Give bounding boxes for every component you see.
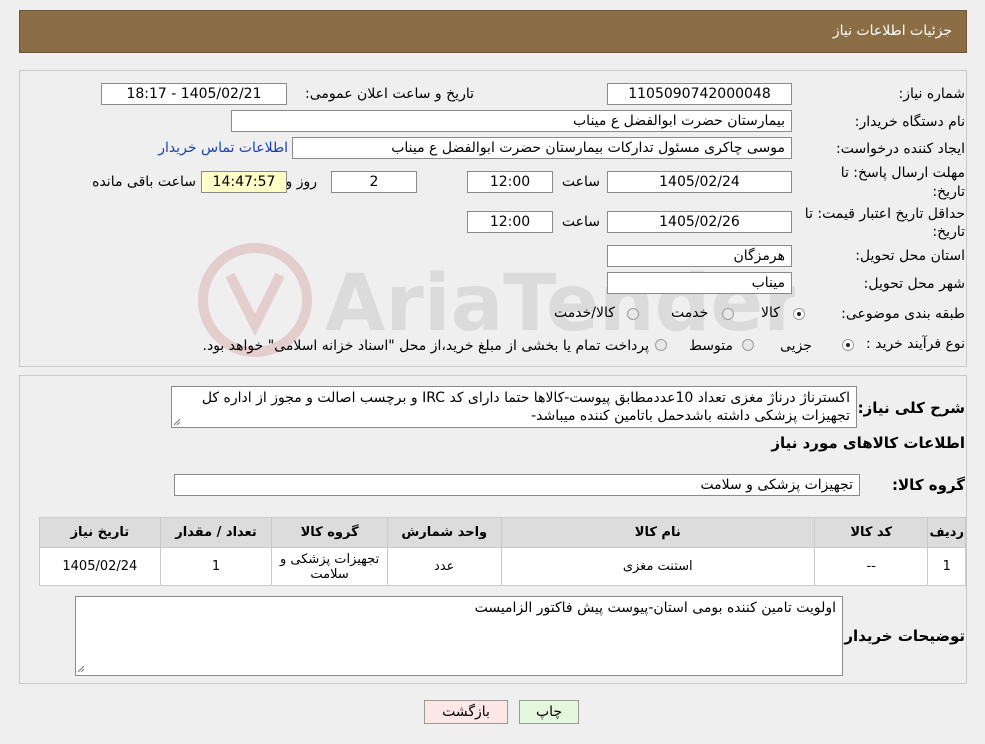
table-row: 1405/02/24 1 تجهیزات پزشکی و سلامت عدد ا… [39, 547, 966, 586]
purchase-note: پرداخت تمام یا بخشی از مبلغ خرید،از محل … [202, 338, 649, 354]
purchase-treasury-checkbox[interactable] [655, 339, 667, 351]
buyer-org-label: نام دستگاه خریدار: [854, 114, 965, 130]
col-header-goods-group: گروه کالا [271, 517, 388, 548]
goods-group-field: تجهیزات پزشکی و سلامت [174, 474, 860, 496]
purchase-option-minor: جزیی [780, 338, 812, 354]
deadline-time-label: ساعت [561, 174, 600, 190]
purchase-radio-medium[interactable] [742, 339, 754, 351]
col-header-unit: واحد شمارش [386, 517, 502, 548]
need-number-field: 1105090742000048 [607, 83, 792, 105]
summary-label: شرح کلی نیاز: [857, 399, 965, 417]
col-header-goods-name: نام کالا [500, 517, 815, 548]
back-button[interactable]: بازگشت [424, 700, 508, 724]
summary-textarea[interactable]: اکسترناژ درناژ مغزی تعداد 10عددمطابق پیو… [171, 386, 857, 428]
col-header-goods-code: کد کالا [813, 517, 929, 548]
category-option-goods-service: کالا/خدمت [554, 305, 615, 321]
cell-quantity: 1 [159, 547, 273, 586]
price-validity-time-field: 12:00 [467, 211, 553, 233]
price-validity-label: حداقل تاریخ اعتبار قیمت: تا [804, 206, 965, 222]
goods-info-title: اطلاعات کالاهای مورد نیاز [771, 434, 965, 452]
print-button[interactable]: چاپ [519, 700, 579, 724]
creator-field: موسی چاکری مسئول تدارکات بیمارستان حضرت … [292, 137, 792, 159]
need-number-label: شماره نیاز: [898, 86, 966, 102]
category-label: طبقه بندی موضوعی: [841, 306, 965, 322]
page-title: جزئیات اطلاعات نیاز [832, 23, 952, 39]
announce-date-label: تاریخ و ساعت اعلان عمومی: [305, 86, 474, 102]
cell-goods-code: -- [813, 547, 929, 586]
cell-need-date: 1405/02/24 [39, 547, 161, 586]
remaining-time-label: ساعت باقی مانده [92, 174, 196, 190]
category-radio-goods-service[interactable] [627, 308, 639, 320]
purchase-radio-minor[interactable] [842, 339, 854, 351]
buyer-notes-textarea[interactable]: اولویت تامین کننده بومی استان-پیوست پیش … [75, 596, 843, 676]
purchase-type-label: نوع فرآیند خرید : [866, 336, 965, 352]
purchase-option-medium: متوسط [689, 338, 733, 354]
resize-handle-icon[interactable] [173, 418, 181, 426]
province-field: هرمزگان [607, 245, 792, 267]
category-radio-goods[interactable] [793, 308, 805, 320]
price-validity-time-label: ساعت [561, 214, 600, 230]
buyer-notes-label: توضیحات خریدار: [838, 627, 965, 645]
goods-group-label: گروه کالا: [892, 476, 965, 494]
deadline-time-field: 12:00 [467, 171, 553, 193]
category-option-goods: کالا [761, 305, 780, 321]
city-label: شهر محل تحویل: [863, 276, 965, 292]
cell-row-number: 1 [927, 547, 966, 586]
cell-unit: عدد [386, 547, 502, 586]
remaining-days-field: 2 [331, 171, 417, 193]
buyer-contact-link[interactable]: اطلاعات تماس خریدار [158, 140, 288, 156]
col-header-need-date: تاریخ نیاز [39, 517, 161, 548]
creator-label: ایجاد کننده درخواست: [836, 141, 965, 157]
items-table: تاریخ نیاز تعداد / مقدار گروه کالا واحد … [39, 517, 966, 586]
page-header: جزئیات اطلاعات نیاز [19, 10, 967, 53]
cell-goods-group: تجهیزات پزشکی و سلامت [271, 547, 388, 586]
province-label: استان محل تحویل: [855, 248, 965, 264]
city-field: میناب [607, 272, 792, 294]
deadline-date-field: 1405/02/24 [607, 171, 792, 193]
table-header-row: تاریخ نیاز تعداد / مقدار گروه کالا واحد … [39, 517, 966, 548]
price-validity-date-field: 1405/02/26 [607, 211, 792, 233]
deadline-label: مهلت ارسال پاسخ: تا [840, 165, 965, 181]
category-option-service: خدمت [671, 305, 709, 321]
category-radio-service[interactable] [722, 308, 734, 320]
col-header-row: ردیف [927, 517, 966, 548]
remaining-time-field: 14:47:57 [201, 171, 287, 193]
buyer-org-field: بیمارستان حضرت ابوالفضل ع میناب [231, 110, 792, 132]
cell-goods-name: استنت مغزی [500, 547, 815, 586]
price-validity-label-2: تاریخ: [932, 224, 965, 240]
announce-date-field: 1405/02/21 - 18:17 [101, 83, 287, 105]
deadline-label-2: تاریخ: [932, 184, 965, 200]
resize-handle-icon[interactable] [77, 665, 85, 673]
col-header-quantity: تعداد / مقدار [159, 517, 273, 548]
days-label: روز و [285, 174, 318, 190]
